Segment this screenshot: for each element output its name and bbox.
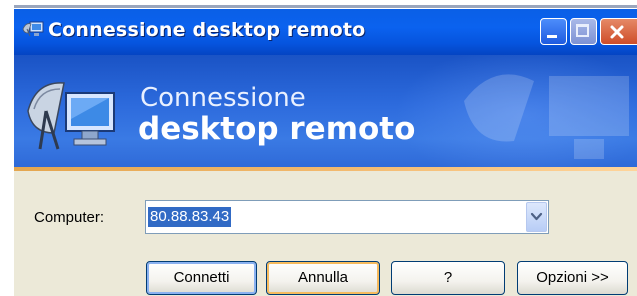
- connection-form: Computer: 80.88.83.43 Connetti Annulla ?…: [14, 171, 637, 296]
- banner-title-line2: desktop remoto: [138, 111, 416, 147]
- computer-label: Computer:: [34, 209, 105, 226]
- computer-input-value[interactable]: 80.88.83.43: [148, 207, 232, 227]
- close-button[interactable]: [600, 18, 637, 45]
- banner-watermark-logo: [464, 74, 629, 159]
- minimize-icon: [547, 35, 557, 38]
- remote-desktop-icon: [22, 21, 44, 37]
- minimize-button[interactable]: [540, 18, 567, 45]
- remote-desktop-dialog: Connessione desktop remoto Connessione d…: [14, 9, 637, 296]
- connect-button[interactable]: Connetti: [146, 261, 257, 295]
- help-button[interactable]: ?: [391, 261, 505, 295]
- computer-dropdown-button[interactable]: [526, 202, 547, 232]
- background-window-edge: [14, 5, 637, 8]
- maximize-button[interactable]: [570, 18, 597, 45]
- chevron-down-icon: [530, 212, 543, 221]
- computer-combobox[interactable]: 80.88.83.43: [145, 200, 549, 234]
- maximize-icon: [576, 24, 589, 37]
- background-strip: [0, 0, 637, 9]
- remote-desktop-logo: [27, 82, 115, 150]
- options-button[interactable]: Opzioni >>: [517, 261, 628, 295]
- header-banner: Connessione desktop remoto: [14, 55, 637, 167]
- close-icon: [610, 25, 624, 39]
- cancel-button[interactable]: Annulla: [266, 261, 380, 295]
- title-bar[interactable]: Connessione desktop remoto: [14, 9, 637, 55]
- window-title: Connessione desktop remoto: [48, 19, 366, 41]
- banner-title-line1: Connessione: [140, 83, 306, 113]
